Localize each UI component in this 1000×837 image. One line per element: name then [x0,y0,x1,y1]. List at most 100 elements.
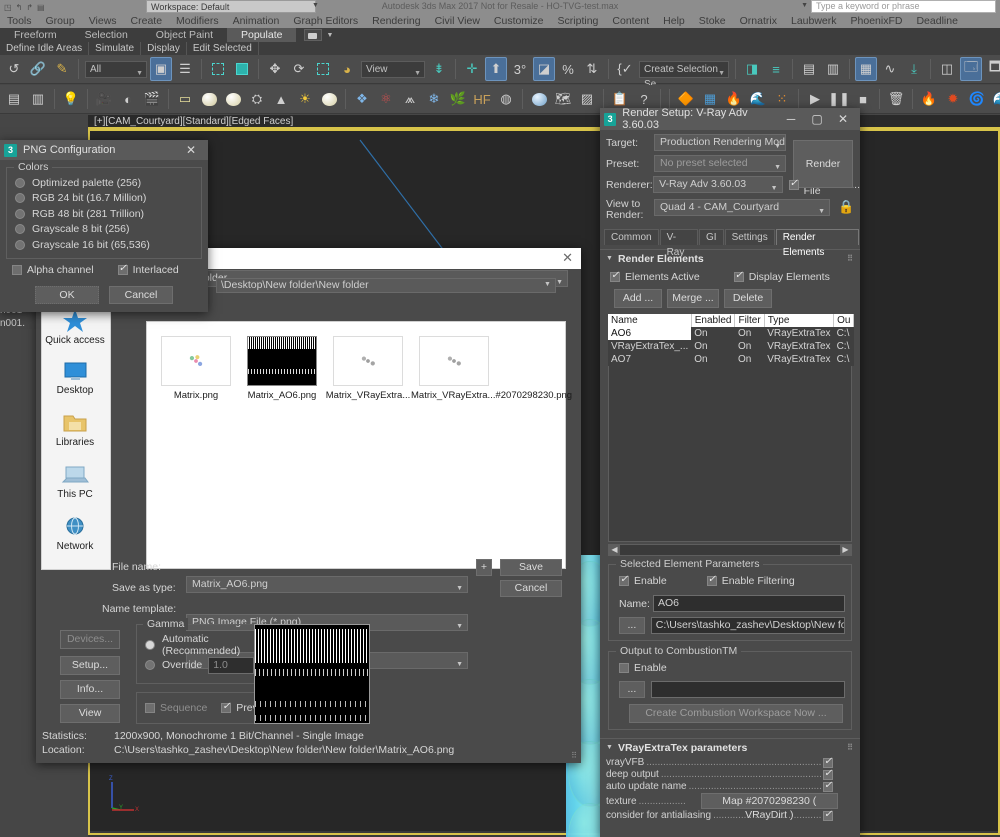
gamma-override-value[interactable]: 1.0 [208,656,255,674]
ornatrix-hair-icon[interactable]: 🌀 [966,87,988,111]
camera-seq-icon[interactable]: 🎬 [141,87,163,111]
layer-manager-icon[interactable]: ▤ [798,57,820,81]
table-row[interactable]: VRayExtraTex_... On On VRayExtraTex C:\ [608,340,854,353]
checkbox-indicator[interactable] [823,756,833,768]
hair-fur-icon[interactable]: HF [471,87,493,111]
named-selection-set-combo[interactable]: Create Selection Se ▼ [639,60,729,90]
rendered-frame-icon[interactable]: 🗖 [984,57,1000,81]
cancel-button[interactable]: Cancel [109,286,173,304]
select-object-icon[interactable]: ▣ [150,57,172,81]
renderer-combo[interactable]: V-Ray Adv 3.60.03 ▼ [653,176,783,193]
menu-item-modifiers[interactable]: Modifiers [169,14,226,28]
table-row[interactable]: AO6 On On VRayExtraTex C:\ [608,327,854,340]
ribbon-tab-freeform[interactable]: Freeform [0,28,71,42]
sun-icon[interactable]: ☀ [294,87,316,111]
edit-named-selection-icon[interactable]: {✓ [614,57,636,81]
window-crossing-icon[interactable] [231,57,253,81]
cloud-icon[interactable]: ❄ [423,87,445,111]
element-path-browse-button[interactable]: ... [619,617,645,634]
fumefx-fire-icon[interactable]: 🔥 [918,87,940,111]
combustion-path-input[interactable] [650,681,845,698]
element-enable-checkbox[interactable]: Enable [619,573,667,589]
structure-icon[interactable]: ⩕ [399,87,421,111]
place-desktop[interactable]: Desktop [42,357,108,403]
add-element-button[interactable]: Add ... [614,289,662,308]
snap-toggle-icon[interactable]: ✛ [461,57,483,81]
light-icon[interactable]: 💡 [60,87,82,111]
schematic-view-icon[interactable]: ∿ [879,57,901,81]
ribbon-edit-selected[interactable]: Edit Selected [187,42,259,55]
file-name-input[interactable]: Matrix_AO6.png ▼ [186,576,468,593]
view-button[interactable]: View [60,704,120,723]
viewport-label[interactable]: [+][CAM_Courtyard][Standard][Edged Faces… [88,115,1000,129]
cancel-button[interactable]: Cancel [500,580,562,597]
ribbon-tab-populate[interactable]: Populate [227,28,297,42]
save-in-path-hint[interactable]: \Desktop\New folder\New folder [216,278,556,293]
ribbon-tab-object-paint[interactable]: Object Paint [142,28,227,42]
interlaced-checkbox[interactable]: Interlaced [117,263,179,279]
render-elements-hscrollbar[interactable]: ◀ ▶ [608,544,852,556]
menu-item-laubwerk[interactable]: Laubwerk [784,14,844,28]
select-place-icon[interactable]: ◕ [336,57,358,81]
spreadsheet-icon[interactable]: ▤ [3,87,25,111]
element-path-input[interactable]: C:\Users\tashko_zashev\Desktop\New folde… [650,617,845,634]
menu-item-rendering[interactable]: Rendering [365,14,427,28]
param-vrayvfb[interactable]: vrayVFB ................................… [606,756,838,768]
element-name-input[interactable]: AO6 [653,595,845,612]
cloth-icon[interactable]: ◍ [495,87,517,111]
preset-combo[interactable]: No preset selected ▼ [654,155,786,172]
angle-snap-icon[interactable]: ⬆ [485,57,507,81]
spinner-snap-icon[interactable]: ◪ [533,57,555,81]
search-chevron-down-icon[interactable]: ▼ [801,2,808,9]
select-move-icon[interactable]: ✥ [264,57,286,81]
resize-grip[interactable]: ⠿ [571,751,578,760]
elements-active-checkbox[interactable]: Elements Active [610,269,700,285]
track-view-icon[interactable]: ⤓ [903,57,925,81]
param-auto-update-name[interactable]: auto update name .......................… [606,780,838,792]
maximize-icon[interactable]: ▢ [804,109,830,129]
close-icon[interactable]: ✕ [830,109,856,129]
fumefx-burst-icon[interactable]: ✹ [942,87,964,111]
render-setup-icon[interactable]: 🗔 [960,57,982,81]
spinner-icon[interactable]: ⇅ [581,57,603,81]
ribbon-simulate[interactable]: Simulate [89,42,142,55]
shadow-icon[interactable]: ◐ [117,87,139,111]
delete-element-button[interactable]: Delete [724,289,772,308]
save-button[interactable]: Save [500,559,562,576]
checkbox-indicator[interactable] [823,780,833,792]
ok-button[interactable]: OK [35,286,99,304]
ribbon-display[interactable]: Display [141,42,187,55]
pivot-center-icon[interactable]: ⇟ [428,57,450,81]
reference-coordinate-combo[interactable]: View ▼ [361,60,425,78]
align-icon[interactable]: ≡ [765,57,787,81]
png-option-grayscale-8[interactable]: Grayscale 8 bit (256) [15,222,195,238]
scroll-right-icon[interactable]: ▶ [840,545,851,555]
close-icon[interactable]: ✕ [562,250,573,266]
alpha-channel-checkbox[interactable]: Alpha channel [12,263,94,279]
menu-item-content[interactable]: Content [605,14,656,28]
delete-icon[interactable]: 🗑 [885,87,907,111]
percent-icon[interactable]: % [557,57,579,81]
menu-item-help[interactable]: Help [656,14,692,28]
scroll-left-icon[interactable]: ◀ [609,545,620,555]
png-option-grayscale-16[interactable]: Grayscale 16 bit (65,536) [15,237,195,253]
ribbon-define-idle-areas[interactable]: Define Idle Areas [0,42,90,55]
unlink-icon[interactable]: ✎ [51,57,73,81]
file-list[interactable]: Matrix.png Matrix_AO6.png Matrix_VRayExt… [146,321,572,569]
particles-icon[interactable]: ❖ [351,87,373,111]
menu-item-views[interactable]: Views [82,14,124,28]
tab-vray[interactable]: V-Ray [659,229,698,258]
texture-map-button[interactable]: Map #2070298230 ( VRayDirt ) [700,793,838,821]
menu-item-graph-editors[interactable]: Graph Editors [286,14,365,28]
setup-button[interactable]: Setup... [60,656,120,675]
render-button[interactable]: Render [793,140,853,188]
scene-list-icon[interactable]: ▥ [27,87,49,111]
path-hint-chevron-down-icon[interactable]: ▼ [544,281,551,288]
menu-item-animation[interactable]: Animation [226,14,287,28]
menu-item-deadline[interactable]: Deadline [909,14,964,28]
ribbon-minimize-icon[interactable] [304,29,323,41]
checkbox-indicator[interactable] [823,809,833,821]
display-elements-checkbox[interactable]: Display Elements [733,269,830,285]
ribbon-chevron-down-icon[interactable]: ▼ [326,32,333,39]
file-item[interactable]: Matrix.png [153,336,239,401]
